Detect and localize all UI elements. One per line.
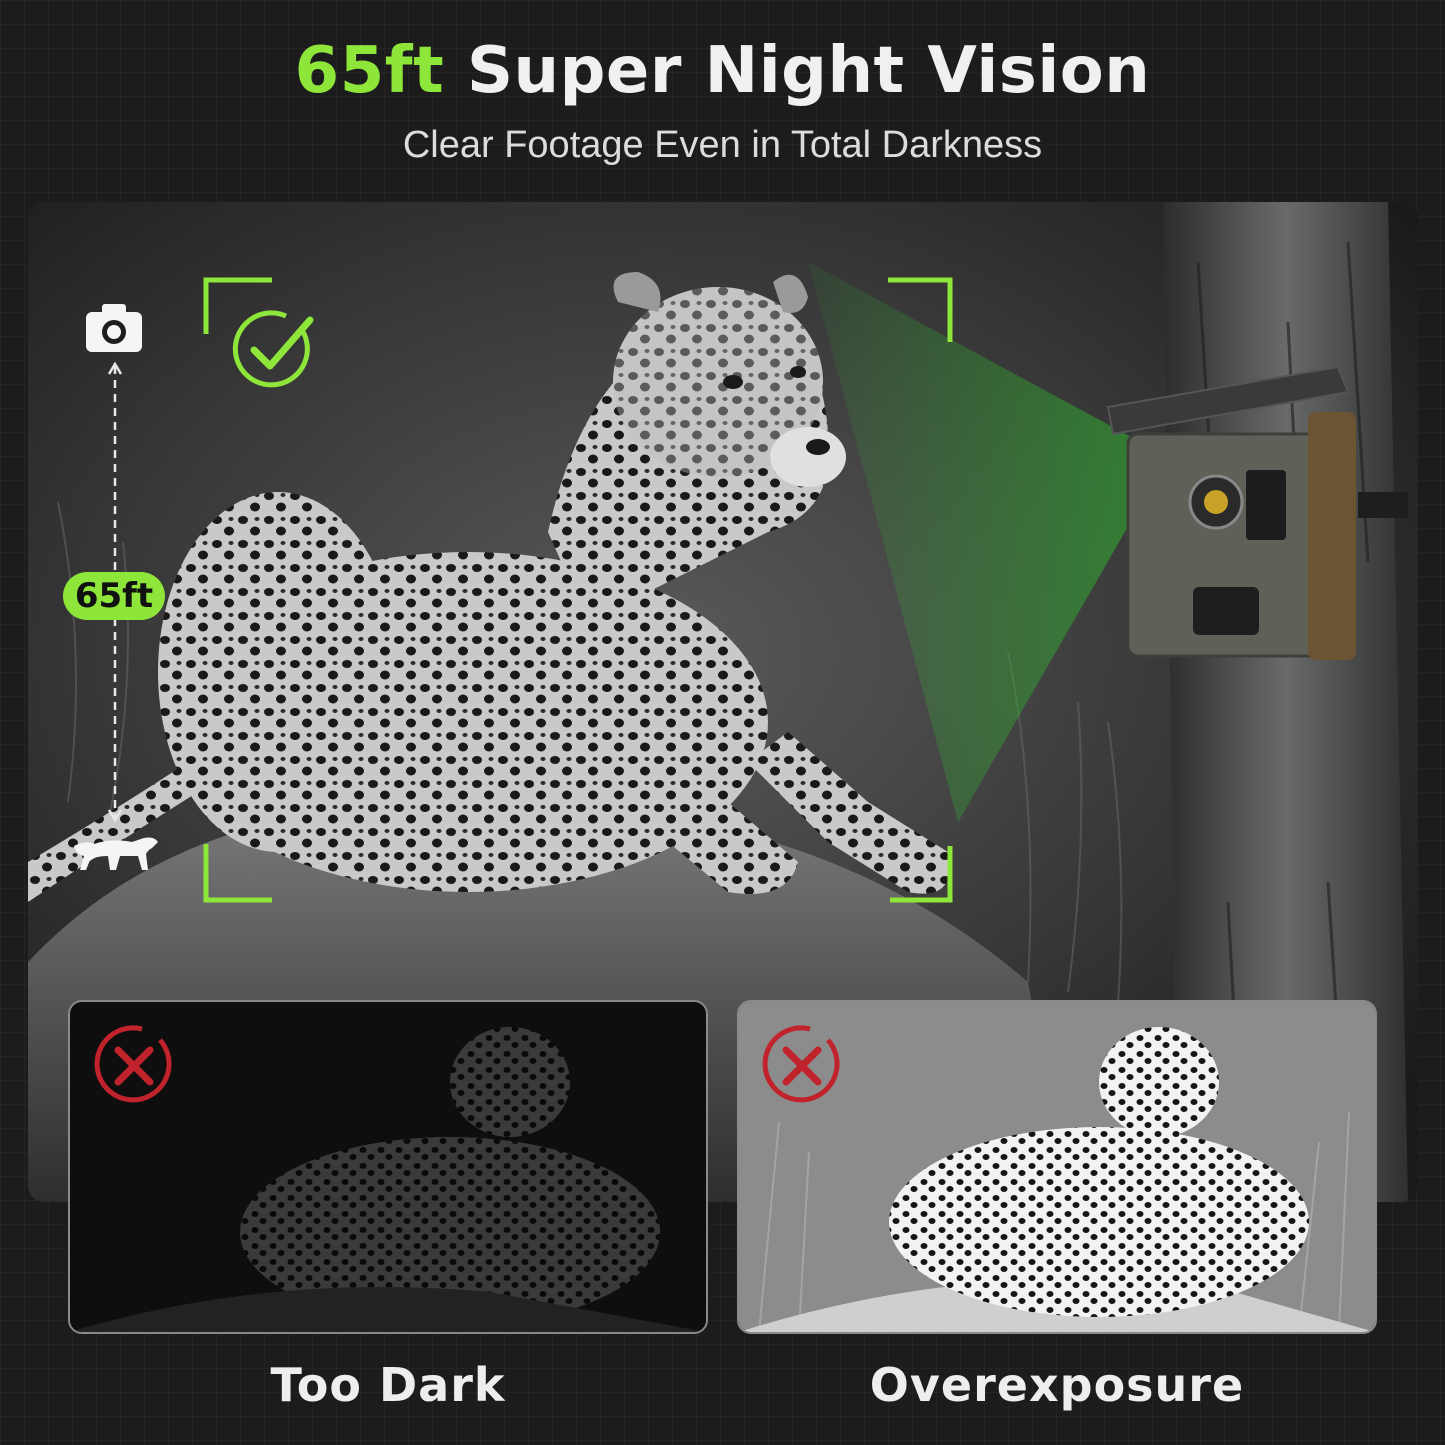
x-circle-icon	[92, 1022, 176, 1106]
overexposure-label: Overexposure	[869, 1358, 1245, 1412]
headline-accent: 65ft	[294, 34, 445, 108]
headline: 65ft Super Night Vision	[0, 34, 1445, 108]
checkmark-circle-icon	[232, 308, 318, 390]
leopard-silhouette-icon	[72, 832, 160, 872]
too-dark-label: Too Dark	[270, 1358, 506, 1412]
camera-icon	[84, 302, 144, 354]
x-circle-icon	[760, 1022, 844, 1106]
subtitle: Clear Footage Even in Total Darkness	[402, 124, 1043, 166]
distance-badge: 65ft	[63, 572, 165, 620]
headline-text: Super Night Vision	[444, 34, 1151, 108]
